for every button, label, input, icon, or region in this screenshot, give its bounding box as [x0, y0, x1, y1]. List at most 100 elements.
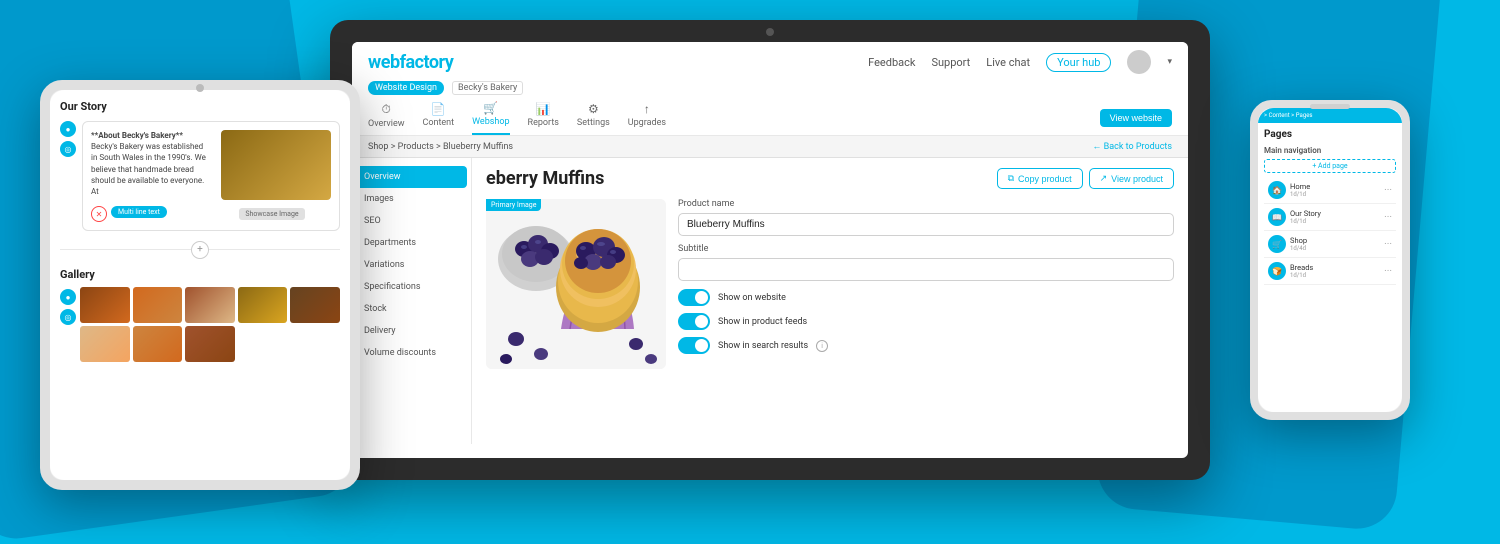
nav-webshop-label: Webshop — [472, 117, 509, 127]
gallery-thumb-4[interactable] — [238, 287, 288, 323]
gallery-thumb-1[interactable] — [80, 287, 130, 323]
tablet-block-controls: ● ◎ — [60, 121, 76, 157]
mobile-nav-item-shop[interactable]: 🛒 Shop 1d/4d ··· — [1264, 231, 1396, 258]
screen-sidebar: Overview Images SEO Departments Variatio… — [352, 158, 472, 444]
mobile-nav-ourstory-sublabel: 1d/1d — [1290, 218, 1321, 225]
subtitle-group: Subtitle — [678, 244, 1174, 281]
nav-settings[interactable]: ⚙ Settings — [577, 102, 610, 134]
webfactory-logo: webfactory — [368, 52, 453, 73]
show-in-search-results-label: Show in search results — [718, 341, 808, 351]
mobile-breadcrumb: > Content > Pages — [1264, 112, 1312, 119]
your-hub-button[interactable]: Your hub — [1046, 53, 1111, 72]
breadcrumb-bar: Shop > Products > Blueberry Muffins ← Ba… — [352, 136, 1188, 158]
tablet-ctrl-btn-1[interactable]: ● — [60, 121, 76, 137]
product-actions: ⧉ Copy product ↗ View product — [997, 168, 1174, 189]
sidebar-item-delivery[interactable]: Delivery — [352, 320, 471, 342]
store-breadcrumb[interactable]: Becky's Bakery — [452, 81, 523, 95]
mobile-nav-row-home: 🏠 Home 1d/1d — [1268, 181, 1310, 199]
view-product-button[interactable]: ↗ View product — [1089, 168, 1174, 189]
mobile-subsection: Main navigation — [1264, 146, 1396, 155]
product-name-input[interactable] — [678, 213, 1174, 236]
mobile-nav-item-home[interactable]: 🏠 Home 1d/1d ··· — [1264, 177, 1396, 204]
sidebar-item-variations[interactable]: Variations — [352, 254, 471, 276]
mobile-nav-home-label: Home — [1290, 182, 1310, 191]
screen-body: Overview Images SEO Departments Variatio… — [352, 158, 1188, 444]
tablet-camera — [196, 84, 204, 92]
mobile-add-page-button[interactable]: + Add page — [1264, 159, 1396, 173]
sidebar-item-overview[interactable]: Overview — [352, 166, 467, 188]
show-on-website-toggle[interactable] — [678, 289, 710, 306]
mobile-nav-row-shop: 🛒 Shop 1d/4d — [1268, 235, 1307, 253]
multiline-badge[interactable]: Multi line text — [111, 206, 167, 218]
mobile-content: Pages Main navigation + Add page 🏠 Home … — [1258, 123, 1402, 291]
sidebar-item-images[interactable]: Images — [352, 188, 471, 210]
mobile-nav-shop-sublabel: 1d/4d — [1290, 245, 1307, 252]
laptop: webfactory Feedback Support Live chat Yo… — [330, 20, 1210, 480]
gallery-ctrl-btn-1[interactable]: ● — [60, 289, 76, 305]
nav-upgrades-label: Upgrades — [628, 118, 666, 128]
subtitle-input[interactable] — [678, 258, 1174, 281]
website-design-badge[interactable]: Website Design — [368, 81, 444, 95]
tablet-image-thumb[interactable] — [221, 130, 331, 200]
tablet-add-block-button[interactable]: + — [191, 241, 209, 259]
livechat-link[interactable]: Live chat — [986, 56, 1030, 69]
sidebar-item-departments[interactable]: Departments — [352, 232, 471, 254]
nav-content[interactable]: 📄 Content — [422, 102, 454, 134]
sidebar-item-seo[interactable]: SEO — [352, 210, 471, 232]
sidebar-item-stock[interactable]: Stock — [352, 298, 471, 320]
home-more-button[interactable]: ··· — [1384, 185, 1392, 196]
mobile-nav-shop-labels: Shop 1d/4d — [1290, 236, 1307, 252]
subtitle-label: Subtitle — [678, 244, 1174, 254]
mobile-nav-shop-label: Shop — [1290, 236, 1307, 245]
ourstory-more-button[interactable]: ··· — [1384, 212, 1392, 223]
nav-upgrades[interactable]: ↑ Upgrades — [628, 102, 666, 134]
product-title-row: eberry Muffins ⧉ Copy product ↗ View pro… — [486, 168, 1174, 189]
screen-header: webfactory Feedback Support Live chat Yo… — [352, 42, 1188, 136]
mobile-nav-ourstory-labels: Our Story 1d/1d — [1290, 209, 1321, 225]
remove-button[interactable]: ✕ — [91, 206, 107, 222]
gallery-thumb-8[interactable] — [185, 326, 235, 362]
copy-product-button[interactable]: ⧉ Copy product — [997, 168, 1083, 189]
gallery-thumb-6[interactable] — [80, 326, 130, 362]
shop-more-button[interactable]: ··· — [1384, 239, 1392, 250]
back-to-products-link[interactable]: ← Back to Products — [1092, 141, 1172, 152]
breads-more-button[interactable]: ··· — [1384, 266, 1392, 277]
show-in-search-results-toggle[interactable] — [678, 337, 710, 354]
nav-overview[interactable]: ⏱ Overview — [368, 102, 404, 135]
tablet-ctrl-btn-2[interactable]: ◎ — [60, 141, 76, 157]
screen-topbar: webfactory Feedback Support Live chat Yo… — [368, 42, 1172, 78]
gallery-thumb-7[interactable] — [133, 326, 183, 362]
feedback-link[interactable]: Feedback — [868, 56, 915, 69]
info-icon[interactable]: i — [816, 340, 828, 352]
gallery-ctrl-btn-2[interactable]: ◎ — [60, 309, 76, 325]
mobile-nav-item-ourstory[interactable]: 📖 Our Story 1d/1d ··· — [1264, 204, 1396, 231]
sidebar-item-specifications[interactable]: Specifications — [352, 276, 471, 298]
mobile-nav-row-ourstory: 📖 Our Story 1d/1d — [1268, 208, 1321, 226]
gallery-thumb-5[interactable] — [290, 287, 340, 323]
mobile-screen: > Content > Pages Pages Main navigation … — [1258, 108, 1402, 412]
laptop-camera — [766, 28, 774, 36]
laptop-screen: webfactory Feedback Support Live chat Yo… — [352, 42, 1188, 458]
gallery-thumb-2[interactable] — [133, 287, 183, 323]
sidebar-item-volume-discounts[interactable]: Volume discounts — [352, 342, 471, 364]
product-image[interactable] — [486, 199, 666, 369]
gallery-grid — [80, 287, 340, 362]
nav-reports[interactable]: 📊 Reports — [528, 102, 559, 134]
nav-webshop[interactable]: 🛒 Webshop — [472, 101, 509, 135]
nav-content-label: Content — [422, 118, 454, 128]
support-link[interactable]: Support — [931, 56, 970, 69]
tablet-story-text: **About Becky's Bakery** Becky's Bakery … — [91, 130, 207, 197]
mobile-nav-breads-sublabel: 1d/1d — [1290, 272, 1313, 279]
mobile-nav-item-breads[interactable]: 🍞 Breads 1d/1d ··· — [1264, 258, 1396, 285]
gallery-block-controls: ● ◎ — [60, 289, 76, 325]
product-name-label: Product name — [678, 199, 1174, 209]
gallery-title: Gallery — [60, 268, 340, 281]
nav-settings-label: Settings — [577, 118, 610, 128]
show-in-product-feeds-toggle[interactable] — [678, 313, 710, 330]
gallery-thumb-3[interactable] — [185, 287, 235, 323]
view-website-button[interactable]: View website — [1100, 109, 1172, 127]
avatar[interactable] — [1127, 50, 1151, 74]
webshop-icon: 🛒 — [483, 101, 498, 115]
tablet-screen: Our Story ● ◎ **About Becky's Bakery** B… — [50, 90, 350, 480]
gallery-block-wrapper: ● ◎ — [60, 287, 340, 362]
